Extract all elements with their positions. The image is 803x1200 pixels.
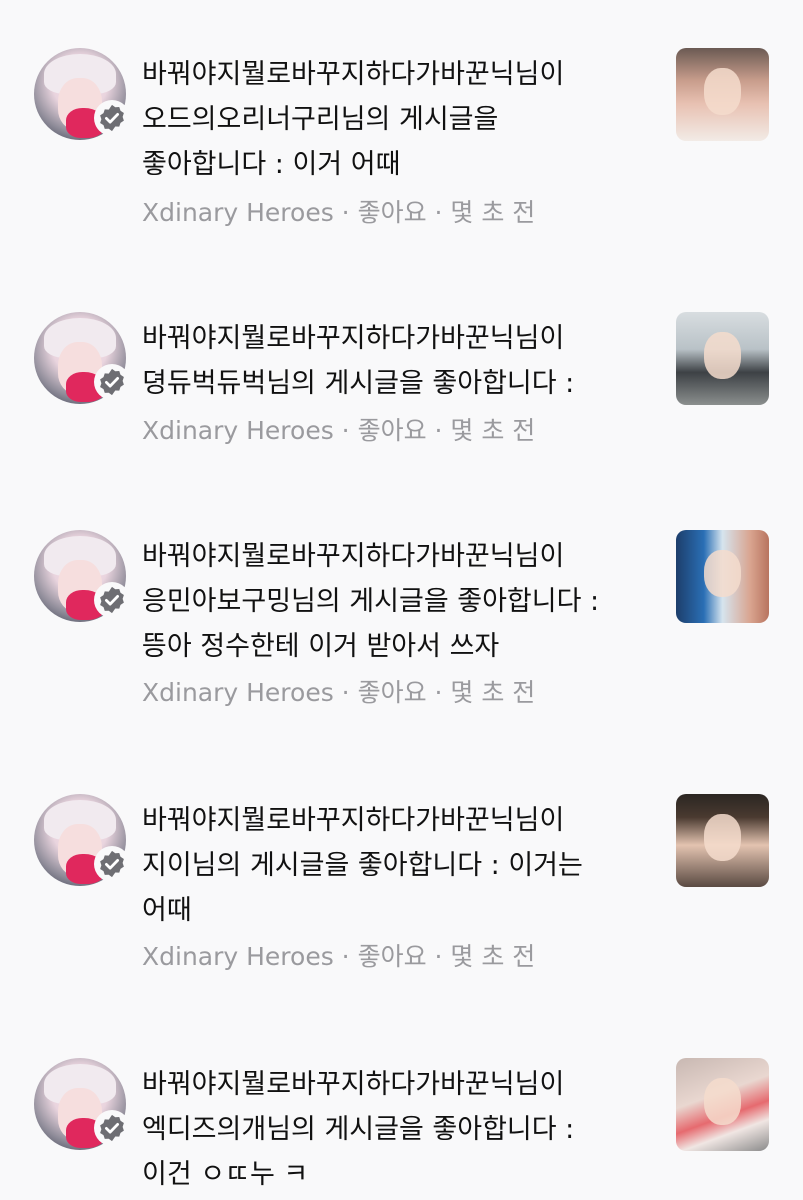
post-thumbnail[interactable]: [676, 312, 769, 405]
notification-text: 바꿔야지뭘로바꾸지하다가바꾼닉님이 응민아보구밍님의 게시글을 좋아합니다 : …: [142, 534, 642, 669]
avatar[interactable]: [34, 312, 130, 404]
verified-badge-icon: [94, 1110, 130, 1146]
notification-line: 지이님의 게시글을 좋아합니다 : 이거는: [142, 850, 583, 881]
notification-meta: Xdinary Heroes · 좋아요 · 몇 초 전: [142, 942, 536, 971]
notification-line: 좋아합니다 : 이거 어때: [142, 149, 401, 180]
notification-meta: Xdinary Heroes · 좋아요 · 몇 초 전: [142, 416, 536, 445]
avatar[interactable]: [34, 794, 130, 886]
post-thumbnail[interactable]: [676, 1058, 769, 1151]
notification-line: 바꿔야지뭘로바꾸지하다가바꾼닉님이: [142, 805, 565, 836]
notification-line: 어때: [142, 895, 192, 926]
verified-badge-icon: [94, 582, 130, 618]
notification-text: 바꿔야지뭘로바꾸지하다가바꾼닉님이 뎡듀벅듀벅님의 게시글을 좋아합니다 :: [142, 316, 642, 406]
notification-meta: Xdinary Heroes · 좋아요 · 몇 초 전: [142, 678, 536, 707]
post-thumbnail[interactable]: [676, 48, 769, 141]
verified-badge-icon: [94, 364, 130, 400]
post-thumbnail[interactable]: [676, 530, 769, 623]
notification-line: 오드의오리너구리님의 게시글을: [142, 104, 499, 135]
post-thumbnail[interactable]: [676, 794, 769, 887]
verified-badge-icon: [94, 100, 130, 136]
notification-line: 엑디즈의개님의 게시글을 좋아합니다 :: [142, 1114, 575, 1145]
notification-line: 바꿔야지뭘로바꾸지하다가바꾼닉님이: [142, 541, 565, 572]
notification-line: 뎡듀벅듀벅님의 게시글을 좋아합니다 :: [142, 368, 575, 399]
notification-text: 바꿔야지뭘로바꾸지하다가바꾼닉님이 지이님의 게시글을 좋아합니다 : 이거는 …: [142, 798, 642, 933]
avatar[interactable]: [34, 48, 130, 140]
notification-line: 응민아보구밍님의 게시글을 좋아합니다 :: [142, 586, 600, 617]
avatar[interactable]: [34, 530, 130, 622]
notification-line: 이건 ㅇㄸ누 ㅋ: [142, 1159, 309, 1190]
notification-text: 바꿔야지뭘로바꾸지하다가바꾼닉님이 오드의오리너구리님의 게시글을 좋아합니다 …: [142, 52, 642, 187]
notification-line: 바꿔야지뭘로바꾸지하다가바꾼닉님이: [142, 323, 565, 354]
verified-badge-icon: [94, 846, 130, 882]
notification-line: 바꿔야지뭘로바꾸지하다가바꾼닉님이: [142, 1069, 565, 1100]
notification-meta: Xdinary Heroes · 좋아요 · 몇 초 전: [142, 198, 536, 227]
avatar[interactable]: [34, 1058, 130, 1150]
notification-text: 바꿔야지뭘로바꾸지하다가바꾼닉님이 엑디즈의개님의 게시글을 좋아합니다 : 이…: [142, 1062, 642, 1197]
notification-line: 바꿔야지뭘로바꾸지하다가바꾼닉님이: [142, 59, 565, 90]
notification-line: 뜽아 정수한테 이거 받아서 쓰자: [142, 631, 500, 662]
